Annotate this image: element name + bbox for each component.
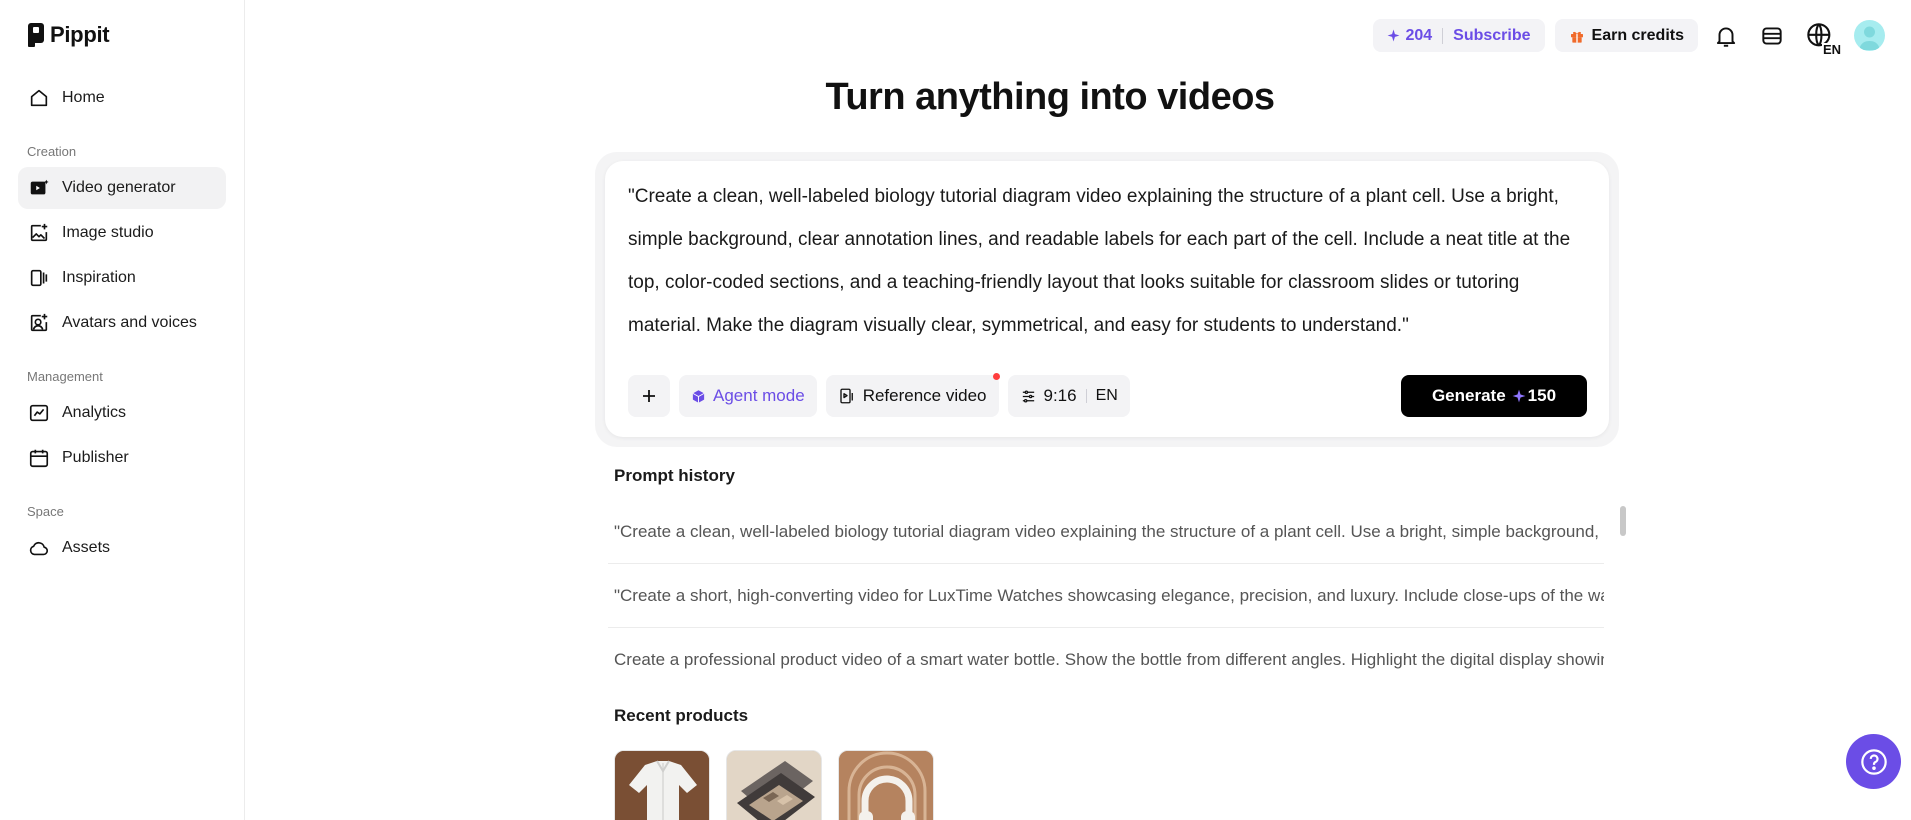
- output-language-value: EN: [1095, 387, 1118, 404]
- sidebar-item-label: Avatars and voices: [62, 314, 197, 331]
- sidebar-item-home[interactable]: Home: [18, 77, 226, 119]
- recent-products-list: [614, 750, 934, 820]
- earn-credits-button[interactable]: Earn credits: [1554, 19, 1698, 52]
- prompt-toolbar: Agent mode Reference video 9:16 EN: [628, 373, 1130, 417]
- add-button[interactable]: [628, 375, 670, 417]
- prompt-history-list: "Create a clean, well-labeled biology tu…: [608, 500, 1604, 692]
- product-thumbnail-headphones[interactable]: [838, 750, 934, 820]
- help-button[interactable]: [1846, 734, 1901, 789]
- history-item[interactable]: "Create a clean, well-labeled biology tu…: [608, 500, 1604, 564]
- language-button[interactable]: EN: [1800, 18, 1842, 57]
- home-icon: [30, 89, 48, 107]
- sidebar-item-image-studio[interactable]: Image studio: [18, 212, 226, 254]
- prompt-history-heading: Prompt history: [614, 466, 735, 485]
- sidebar-item-avatars-and-voices[interactable]: Avatars and voices: [18, 302, 226, 344]
- aspect-ratio-value: 9:16: [1043, 386, 1077, 405]
- cloud-icon: [29, 541, 49, 556]
- inspiration-icon: [30, 269, 48, 287]
- sidebar-item-label: Publisher: [62, 449, 129, 466]
- page-title: Turn anything into videos: [825, 76, 1275, 118]
- calendar-icon: [29, 449, 49, 468]
- inbox-button[interactable]: [1754, 18, 1790, 54]
- language-code: EN: [1821, 41, 1842, 57]
- reference-video-icon: [840, 388, 853, 404]
- gift-icon: [1570, 31, 1583, 43]
- help-icon: [1860, 748, 1887, 775]
- credits-count[interactable]: 204: [1387, 27, 1432, 45]
- user-avatar[interactable]: [1854, 20, 1885, 51]
- topbar: 204 Subscribe Earn credits EN: [1373, 18, 1885, 57]
- sidebar-item-label: Assets: [62, 539, 111, 556]
- earn-credits-label: Earn credits: [1591, 26, 1684, 44]
- credits-value: 204: [1405, 26, 1433, 44]
- sidebar-item-label: Analytics: [62, 404, 127, 421]
- image-studio-icon: [30, 223, 48, 242]
- recent-products-heading: Recent products: [614, 706, 749, 725]
- pippit-logo-icon: [28, 23, 44, 47]
- prompt-input[interactable]: "Create a clean, well-labeled biology tu…: [628, 175, 1586, 347]
- generate-label: Generate: [1431, 386, 1506, 405]
- agent-mode-button[interactable]: Agent mode: [679, 375, 817, 417]
- headphones-image: [839, 751, 933, 820]
- sparkle-icon: [1512, 389, 1526, 403]
- cube-icon: [692, 389, 705, 403]
- logo[interactable]: Pippit: [28, 22, 110, 48]
- product-thumbnail-white-shirt[interactable]: [614, 750, 710, 820]
- user-icon: [1859, 26, 1880, 50]
- agent-mode-label: Agent mode: [713, 386, 805, 405]
- notifications-button[interactable]: [1708, 18, 1744, 54]
- generate-button[interactable]: Generate 150: [1401, 375, 1587, 417]
- sparkle-icon: [1387, 29, 1400, 42]
- sidebar: Pippit Home Creation Video generator Ima…: [0, 0, 245, 820]
- sidebar-item-label: Image studio: [62, 224, 154, 241]
- section-label-space: Space: [27, 504, 64, 519]
- sidebar-item-label: Home: [62, 89, 105, 106]
- sliders-icon: [1022, 389, 1034, 403]
- prompt-card: "Create a clean, well-labeled biology tu…: [605, 161, 1609, 437]
- history-scrollbar[interactable]: [1620, 506, 1626, 536]
- notification-dot: [992, 373, 1000, 380]
- tool-divider: [1085, 389, 1087, 403]
- sidebar-item-label: Inspiration: [62, 269, 136, 286]
- sidebar-item-label: Video generator: [62, 179, 176, 196]
- sidebar-item-assets[interactable]: Assets: [18, 527, 226, 569]
- section-label-management: Management: [27, 369, 103, 384]
- bell-icon: [1716, 26, 1736, 47]
- logo-text: Pippit: [50, 22, 110, 47]
- sidebar-item-publisher[interactable]: Publisher: [18, 437, 226, 479]
- credits-pill: 204 Subscribe: [1373, 19, 1545, 52]
- subscribe-button[interactable]: Subscribe: [1453, 27, 1530, 45]
- history-item[interactable]: Create a professional product video of a…: [608, 628, 1604, 692]
- app-root: Pippit Home Creation Video generator Ima…: [0, 0, 1911, 820]
- generate-cost: 150: [1527, 386, 1557, 405]
- history-item[interactable]: "Create a short, high-converting video f…: [608, 564, 1604, 628]
- reference-video-button[interactable]: Reference video: [825, 373, 1000, 417]
- section-label-creation: Creation: [27, 144, 77, 159]
- plus-icon: [643, 390, 655, 402]
- video-settings-button[interactable]: 9:16 EN: [1007, 375, 1130, 417]
- avatar-icon: [30, 313, 48, 332]
- palette-image: [727, 751, 821, 820]
- product-thumbnail-eyeshadow-palette[interactable]: [726, 750, 822, 820]
- analytics-icon: [29, 404, 49, 422]
- sidebar-item-analytics[interactable]: Analytics: [18, 392, 226, 434]
- reference-video-label: Reference video: [862, 386, 987, 405]
- shirt-image: [615, 751, 709, 820]
- pill-divider: [1442, 27, 1444, 44]
- sidebar-item-video-generator[interactable]: Video generator: [18, 167, 226, 209]
- sidebar-item-inspiration[interactable]: Inspiration: [18, 257, 226, 299]
- tray-icon: [1762, 26, 1782, 45]
- video-generator-icon: [30, 179, 49, 195]
